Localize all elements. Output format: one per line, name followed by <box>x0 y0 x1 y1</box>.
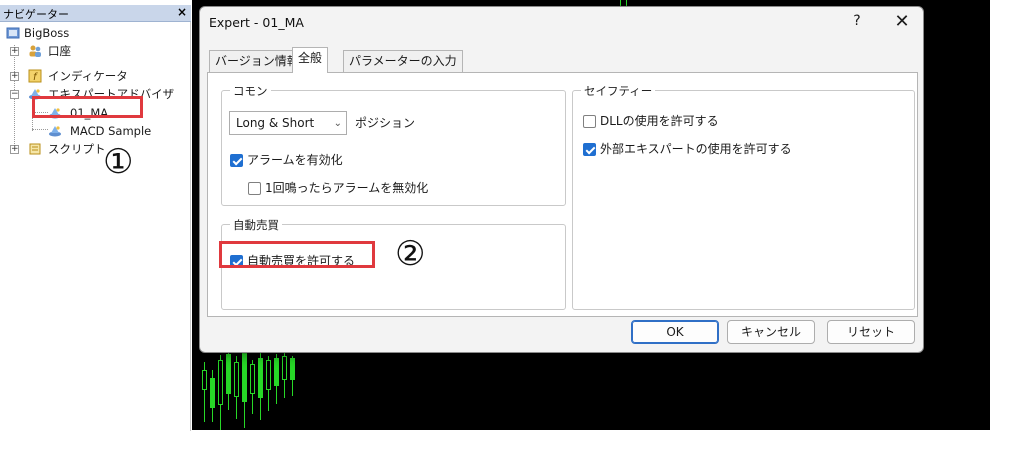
account-folder-icon <box>6 27 20 39</box>
chevron-down-icon: ⌄ <box>333 118 342 129</box>
candle-body <box>258 358 263 398</box>
highlight-box-01-ma <box>32 96 143 118</box>
ok-button[interactable]: OK <box>631 320 719 344</box>
navigator-close-icon[interactable]: × <box>177 5 187 19</box>
script-icon <box>29 143 41 155</box>
auto-trade-group-label: 自動売買 <box>230 217 282 233</box>
dialog-title: Expert - 01_MA <box>209 15 304 30</box>
allow-dll-label: DLLの使用を許可する <box>600 114 719 128</box>
allow-external-experts-label: 外部エキスパートの使用を許可する <box>600 142 792 156</box>
candle-body <box>282 356 287 380</box>
candle-body <box>274 358 279 386</box>
expert-properties-dialog: Expert - 01_MA ? ✕ バージョン情報 全般 パラメーターの入力 … <box>199 6 924 353</box>
candle-body <box>202 370 207 390</box>
tree-item-label: スクリプト <box>48 142 106 156</box>
common-group-label: コモン <box>230 83 271 99</box>
checkbox-unchecked-icon <box>583 115 596 128</box>
general-tab-panel: コモン Long & Short ⌄ ポジション アラームを有効化 1回鳴ったら… <box>207 72 918 317</box>
navigator-panel: ナビゲーター × BigBoss + 口座 + f インディケータ − エキスパ… <box>0 5 191 431</box>
dialog-titlebar[interactable]: Expert - 01_MA ? ✕ <box>200 7 923 41</box>
expand-icon[interactable]: + <box>10 145 19 154</box>
expand-icon[interactable]: + <box>10 47 19 56</box>
position-select[interactable]: Long & Short ⌄ <box>229 111 347 135</box>
candle-body <box>234 362 239 397</box>
close-icon[interactable]: ✕ <box>892 11 912 33</box>
checkbox-checked-icon <box>583 143 596 156</box>
collapse-icon[interactable]: − <box>10 90 19 99</box>
checkbox-checked-icon <box>230 154 243 167</box>
cancel-button[interactable]: キャンセル <box>727 320 815 344</box>
people-icon <box>29 45 41 57</box>
highlight-box-auto-trade <box>219 241 375 268</box>
disable-after-one-label: 1回鳴ったらアラームを無効化 <box>265 181 429 195</box>
reset-button[interactable]: リセット <box>827 320 915 344</box>
navigator-titlebar: ナビゲーター × <box>0 5 191 22</box>
position-select-value: Long & Short <box>236 116 315 130</box>
tree-connector <box>32 129 48 130</box>
candle-body <box>250 364 255 394</box>
candle-body <box>290 358 295 380</box>
candle-body <box>266 360 271 390</box>
tree-item-label: MACD Sample <box>70 124 152 138</box>
candle-body <box>218 360 223 405</box>
expand-icon[interactable]: + <box>10 72 19 81</box>
candle-body <box>242 352 247 402</box>
enable-alerts-label: アラームを有効化 <box>247 153 343 167</box>
help-icon[interactable]: ? <box>849 13 865 33</box>
candle-body <box>210 378 215 408</box>
position-label: ポジション <box>355 116 416 130</box>
tab-version-info[interactable]: バージョン情報 <box>209 50 305 72</box>
checkbox-unchecked-icon <box>248 182 261 195</box>
tree-item-label: BigBoss <box>24 26 70 40</box>
tab-input-parameters[interactable]: パラメーターの入力 <box>343 50 463 72</box>
safety-group-label: セイフティー <box>581 83 656 99</box>
tab-general[interactable]: 全般 <box>292 47 329 73</box>
tree-item-label: インディケータ <box>48 69 128 83</box>
annotation-step-2: ② <box>395 234 426 274</box>
candle-body <box>226 354 231 394</box>
indicator-icon: f <box>28 69 42 83</box>
tree-item-label: 口座 <box>48 44 71 58</box>
annotation-step-1: ① <box>103 142 134 182</box>
navigator-title: ナビゲーター <box>3 8 69 21</box>
expert-hat-icon <box>49 126 61 137</box>
